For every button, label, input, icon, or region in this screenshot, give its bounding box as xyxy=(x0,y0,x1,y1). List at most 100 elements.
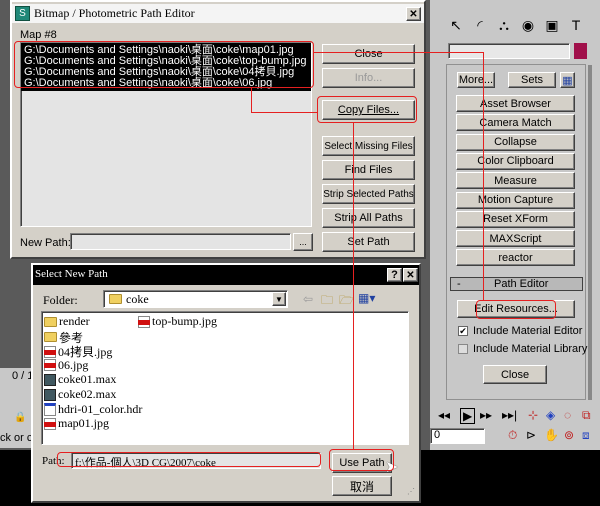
annotation-use-path xyxy=(329,449,394,471)
jpg-file-icon xyxy=(138,315,150,328)
utility-button-reactor[interactable]: reactor xyxy=(456,249,575,267)
map-label: Map #8 xyxy=(20,29,57,41)
rollout-header-path-editor[interactable]: - Path Editor xyxy=(450,277,583,291)
app-icon: S xyxy=(15,6,30,21)
file-name: map01.jpg xyxy=(58,416,109,431)
include-material-library-checkbox[interactable]: Include Material Library xyxy=(458,343,587,355)
zoom-all-icon[interactable]: ◈ xyxy=(546,408,555,422)
jpg-file-icon xyxy=(44,345,56,358)
file-name: hdri-01_color.hdr xyxy=(58,401,143,416)
folder-label: Folder: xyxy=(43,293,78,307)
fov-icon[interactable]: ⊳ xyxy=(526,428,536,442)
display-tab-icon[interactable]: ▣ xyxy=(541,14,563,36)
jpg-file-icon xyxy=(44,359,56,372)
annotation-line xyxy=(251,88,252,112)
object-name-field[interactable] xyxy=(448,43,570,59)
file-name: render xyxy=(59,314,90,328)
annotation-line xyxy=(251,112,318,113)
utility-button-reset-xform[interactable]: Reset XForm xyxy=(456,210,575,228)
play-icon[interactable]: ▶ xyxy=(460,408,476,424)
hierarchy-tab-icon[interactable]: ⛬ xyxy=(493,14,515,36)
select-missing-files-button[interactable]: Select Missing Files xyxy=(322,136,415,156)
playback-controls: ◂◂ ▶ ▸▸ ▸▸| ⊹ ◈ ◌ ⧉ 0 ⏱ ⊳ ✋ ⊚ ⧈ xyxy=(430,408,600,448)
file-item[interactable]: hdri-01_color.hdr xyxy=(44,402,142,417)
annotation-line xyxy=(483,52,484,300)
back-icon[interactable]: ⇦ xyxy=(303,292,313,306)
utility-button-measure[interactable]: Measure xyxy=(456,172,575,190)
motion-tab-icon[interactable]: ◉ xyxy=(517,14,539,36)
frame-spinner[interactable]: 0 xyxy=(430,428,485,444)
file-item[interactable]: coke02.max xyxy=(44,387,116,402)
close-icon[interactable]: ✕ xyxy=(403,268,418,282)
set-path-button[interactable]: Set Path xyxy=(322,232,415,252)
zoom-icon[interactable]: ⊹ xyxy=(528,408,538,422)
find-files-button[interactable]: Find Files xyxy=(322,160,415,180)
configure-sets-icon[interactable]: ▦ xyxy=(560,72,575,88)
close-button[interactable]: Close xyxy=(322,44,415,64)
info-button[interactable]: Info... xyxy=(322,68,415,88)
help-icon[interactable]: ? xyxy=(387,268,402,282)
annotation-copy-files xyxy=(317,96,417,123)
file-item[interactable]: render xyxy=(44,314,90,329)
file-name: coke01.max xyxy=(58,372,117,387)
min-max-icon[interactable]: ⧈ xyxy=(582,428,590,443)
panel-tabs: ↖ ◜ ⛬ ◉ ▣ T xyxy=(445,14,595,42)
arc-rotate-icon[interactable]: ⊚ xyxy=(564,428,574,442)
jpg-file-icon xyxy=(44,417,56,430)
annotation-file-list xyxy=(14,41,314,88)
create-tab-icon[interactable]: ↖ xyxy=(445,14,467,36)
new-path-label: New Path: xyxy=(20,237,71,249)
dialog-title: Select New Path xyxy=(35,268,108,280)
checkbox-checked[interactable]: ✔ xyxy=(458,326,468,336)
maximize-icon[interactable]: ⧉ xyxy=(582,408,591,423)
annotation-line xyxy=(353,123,354,449)
file-item[interactable]: top-bump.jpg xyxy=(138,314,217,329)
time-config-icon[interactable]: ⏱ xyxy=(508,428,517,443)
utility-button-color-clipboard[interactable]: Color Clipboard xyxy=(456,152,575,170)
frame-value: 0 xyxy=(434,429,441,441)
file-item[interactable]: 06.jpg xyxy=(44,358,88,373)
utility-close-button[interactable]: Close xyxy=(483,365,547,384)
utilities-tab-icon[interactable]: T xyxy=(565,14,587,36)
pan-icon[interactable]: ✋ xyxy=(544,428,559,442)
close-icon[interactable]: ✕ xyxy=(406,7,421,21)
folder-file-icon xyxy=(44,332,57,343)
checkbox-unchecked[interactable] xyxy=(458,344,468,354)
folder-file-icon xyxy=(44,316,57,327)
checkbox-label: Include Material Library xyxy=(473,343,588,355)
prev-key-icon[interactable]: ◂◂ xyxy=(438,408,450,422)
view-menu-icon[interactable]: ▦▾ xyxy=(358,291,375,305)
rollout-title: Path Editor xyxy=(494,278,549,290)
up-folder-icon[interactable]: 🗀 xyxy=(321,291,333,312)
lock-icon[interactable]: 🔒 xyxy=(14,412,26,423)
path-editor-dialog: S Bitmap / Photometric Path Editor ✕ Map… xyxy=(10,0,426,259)
orbit-icon[interactable]: ◌ xyxy=(564,408,571,422)
file-item[interactable]: coke01.max xyxy=(44,372,116,387)
title-bar: S Bitmap / Photometric Path Editor xyxy=(12,4,424,23)
sets-button[interactable]: Sets xyxy=(508,72,556,88)
strip-all-paths-button[interactable]: Strip All Paths xyxy=(322,208,415,228)
include-material-editor-checkbox[interactable]: ✔ Include Material Editor xyxy=(458,325,582,337)
new-path-input[interactable] xyxy=(70,233,291,250)
utility-button-collapse[interactable]: Collapse xyxy=(456,133,575,151)
last-frame-icon[interactable]: ▸▸| xyxy=(502,408,517,422)
file-item[interactable]: map01.jpg xyxy=(44,416,109,431)
resize-grip-icon[interactable]: ⋰ xyxy=(407,487,415,496)
utility-button-asset-browser[interactable]: Asset Browser xyxy=(456,95,575,112)
annotation-edit-resources xyxy=(476,300,556,319)
strip-selected-paths-button[interactable]: Strip Selected Paths xyxy=(322,184,415,204)
utility-button-camera-match[interactable]: Camera Match xyxy=(456,114,575,132)
modify-tab-icon[interactable]: ◜ xyxy=(469,14,491,36)
more-button[interactable]: More... xyxy=(457,72,495,88)
chevron-down-icon[interactable]: ▼ xyxy=(272,292,286,306)
panel-scrollbar[interactable] xyxy=(588,65,592,400)
next-frame-icon[interactable]: ▸▸ xyxy=(480,408,492,422)
new-folder-icon[interactable]: 🗁 xyxy=(339,291,354,312)
utility-button-maxscript[interactable]: MAXScript xyxy=(456,230,575,248)
folder-dropdown[interactable]: coke ▼ xyxy=(103,290,288,308)
object-color-swatch[interactable] xyxy=(574,43,587,59)
utility-button-motion-capture[interactable]: Motion Capture xyxy=(456,191,575,209)
browse-button[interactable]: ... xyxy=(293,233,313,251)
folder-icon xyxy=(109,294,122,304)
cancel-button[interactable]: 取消 xyxy=(332,476,392,496)
